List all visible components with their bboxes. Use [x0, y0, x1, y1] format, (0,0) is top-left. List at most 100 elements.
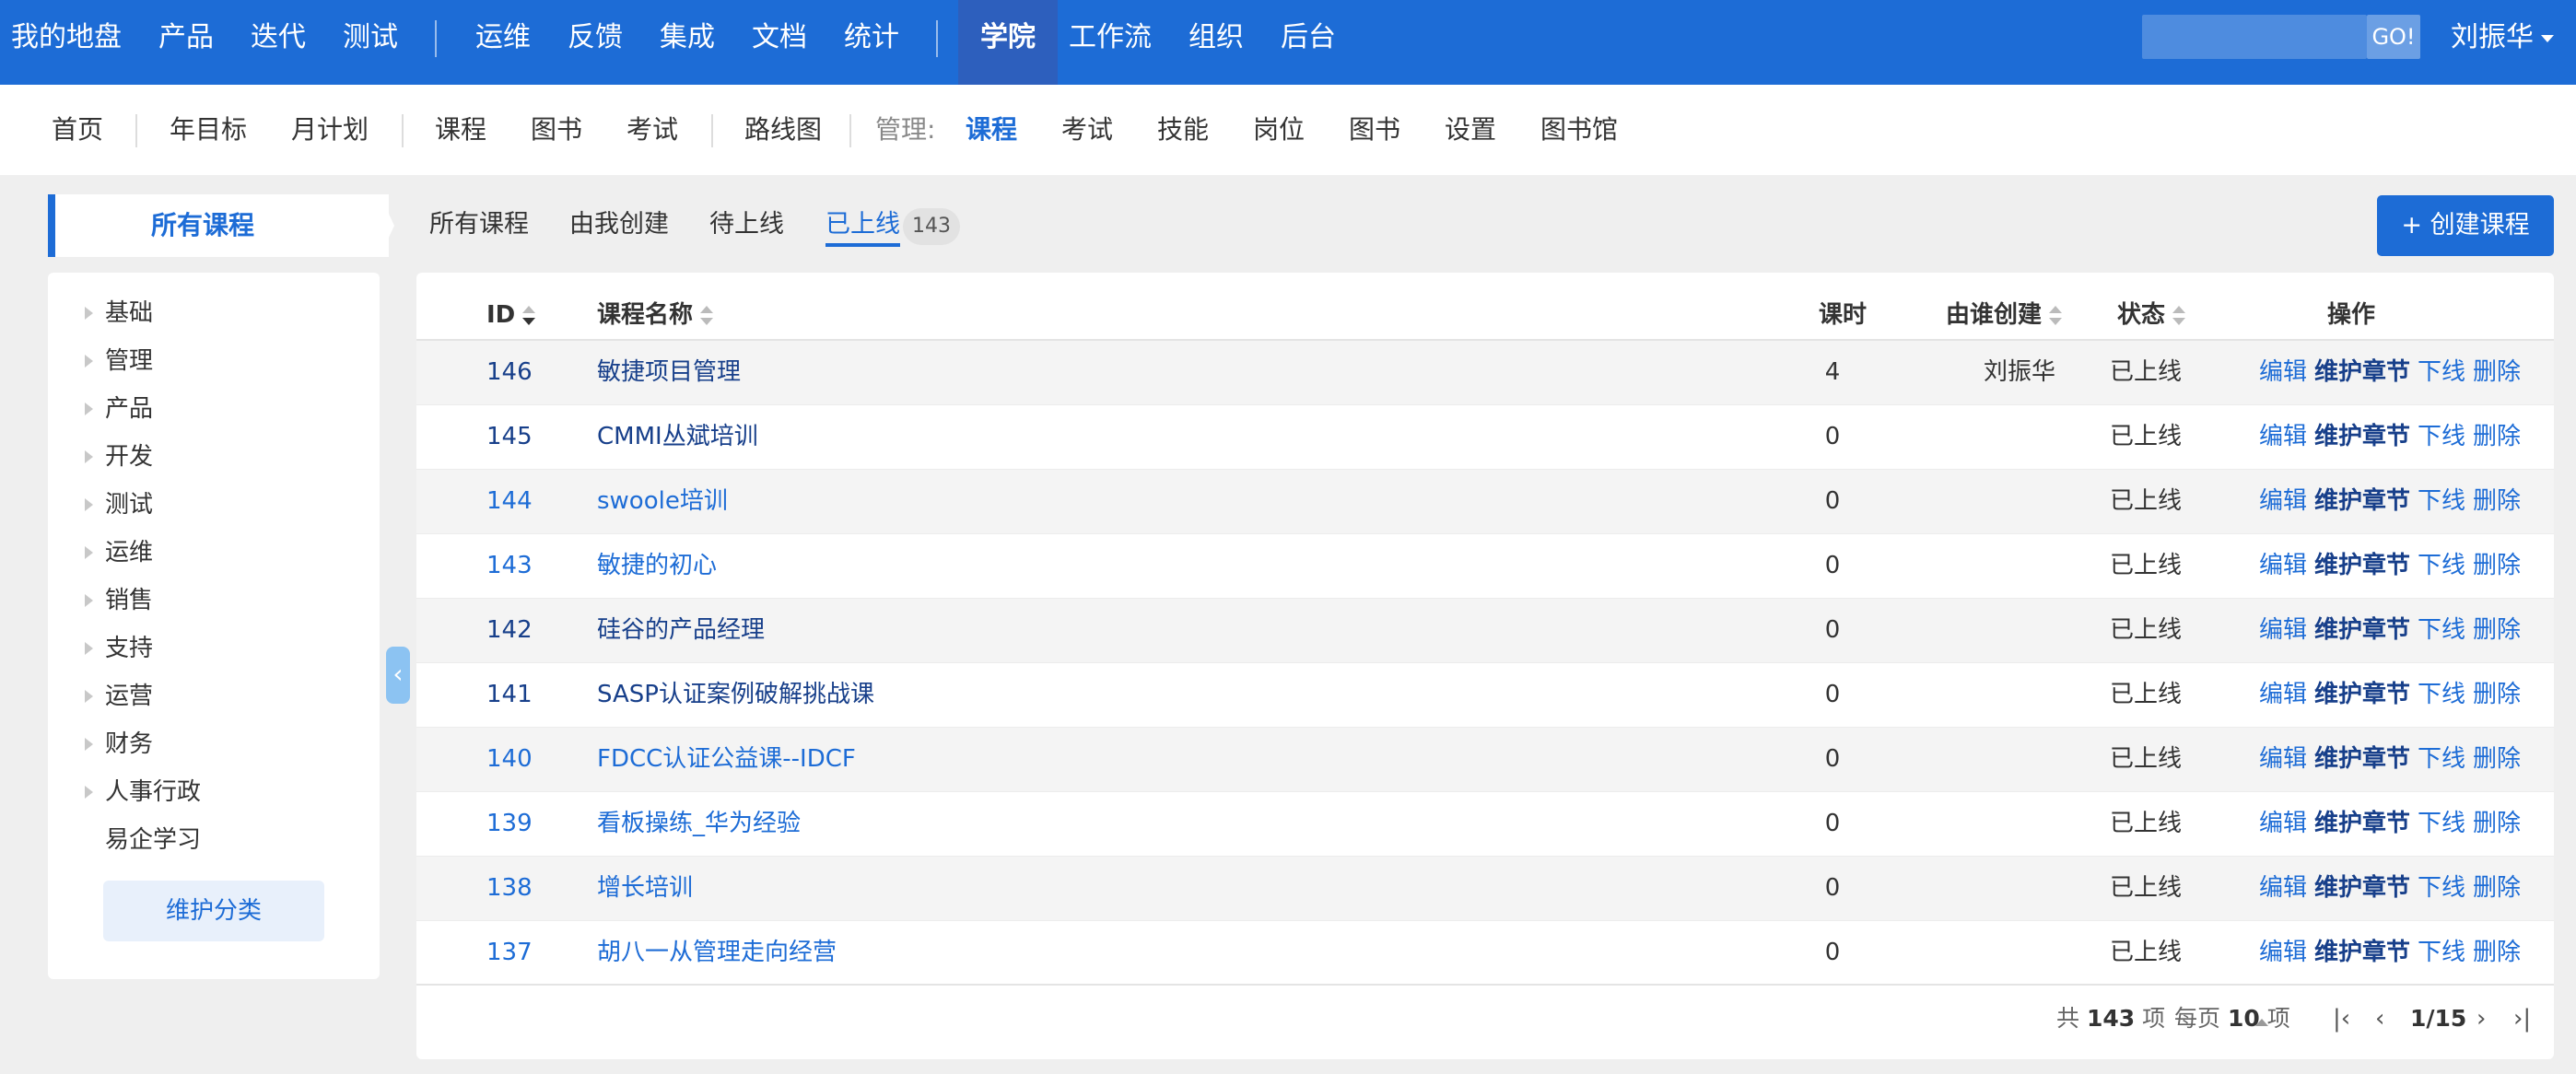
subnav-manage-courses[interactable]: 课程 — [966, 85, 1017, 175]
category-item[interactable]: 运维 — [85, 534, 153, 571]
sidebar-collapse-icon[interactable]: ‹ — [386, 647, 410, 704]
category-item[interactable]: 管理 — [85, 343, 153, 379]
topnav-admin[interactable]: 后台 — [1281, 0, 1336, 85]
expand-icon[interactable] — [85, 403, 93, 415]
delete-link[interactable]: 删除 — [2473, 810, 2521, 837]
delete-link[interactable]: 删除 — [2473, 616, 2521, 644]
course-name-link[interactable]: FDCC认证公益课--IDCF — [597, 728, 856, 792]
search-go-button[interactable]: GO! — [2367, 15, 2420, 59]
tab-all-courses[interactable]: 所有课程 — [429, 204, 529, 247]
expand-icon[interactable] — [85, 546, 93, 559]
course-name-link[interactable]: CMMI丛斌培训 — [597, 405, 758, 470]
category-item[interactable]: 销售 — [85, 582, 153, 619]
topnav-ops[interactable]: 运维 — [475, 0, 531, 85]
topnav-test[interactable]: 测试 — [343, 0, 398, 85]
subnav-settings[interactable]: 设置 — [1445, 85, 1496, 175]
create-course-button[interactable]: + 创建课程 — [2377, 195, 2554, 256]
last-page-icon[interactable]: ›| — [2513, 1000, 2531, 1037]
expand-icon[interactable] — [85, 450, 93, 463]
tab-pending[interactable]: 待上线 — [709, 204, 784, 247]
subnav-monthly-plan[interactable]: 月计划 — [291, 85, 369, 175]
subnav-yearly-goal[interactable]: 年目标 — [170, 85, 247, 175]
maintain-chapters-link[interactable]: 维护章节 — [2314, 552, 2410, 579]
course-name-link[interactable]: 敏捷的初心 — [597, 534, 717, 599]
delete-link[interactable]: 删除 — [2473, 358, 2521, 386]
course-name-link[interactable]: 硅谷的产品经理 — [597, 599, 765, 663]
topnav-academy[interactable]: 学院 — [958, 0, 1058, 85]
delete-link[interactable]: 删除 — [2473, 552, 2521, 579]
edit-link[interactable]: 编辑 — [2259, 552, 2307, 579]
subnav-books[interactable]: 图书 — [531, 85, 582, 175]
course-name-link[interactable]: swoole培训 — [597, 470, 728, 534]
category-item[interactable]: 运营 — [85, 678, 153, 715]
take-offline-link[interactable]: 下线 — [2418, 939, 2465, 966]
expand-icon[interactable] — [85, 355, 93, 368]
expand-icon[interactable] — [85, 307, 93, 320]
subnav-roadmap[interactable]: 路线图 — [744, 85, 822, 175]
topnav-my-dashboard[interactable]: 我的地盘 — [11, 0, 122, 85]
topnav-iteration[interactable]: 迭代 — [251, 0, 306, 85]
maintain-chapters-link[interactable]: 维护章节 — [2314, 745, 2410, 773]
expand-icon[interactable] — [85, 738, 93, 751]
next-page-icon[interactable]: › — [2476, 1000, 2486, 1037]
maintain-chapters-link[interactable]: 维护章节 — [2314, 939, 2410, 966]
topnav-workflow[interactable]: 工作流 — [1069, 0, 1152, 85]
course-name-link[interactable]: 增长培训 — [597, 857, 693, 921]
edit-link[interactable]: 编辑 — [2259, 616, 2307, 644]
subnav-home[interactable]: 首页 — [52, 85, 103, 175]
subnav-library[interactable]: 图书馆 — [1540, 85, 1618, 175]
take-offline-link[interactable]: 下线 — [2418, 358, 2465, 386]
user-menu[interactable]: 刘振华 — [2451, 0, 2534, 76]
tab-online[interactable]: 已上线 — [825, 204, 900, 247]
topnav-feedback[interactable]: 反馈 — [568, 0, 623, 85]
pager-page-size[interactable]: 每页 10 项 — [2174, 1000, 2290, 1037]
edit-link[interactable]: 编辑 — [2259, 939, 2307, 966]
prev-page-icon[interactable]: ‹ — [2375, 1000, 2384, 1037]
first-page-icon[interactable]: |‹ — [2333, 1000, 2350, 1037]
category-item[interactable]: 测试 — [85, 486, 153, 523]
maintain-category-button[interactable]: 维护分类 — [103, 881, 324, 941]
search-input[interactable] — [2142, 15, 2367, 59]
edit-link[interactable]: 编辑 — [2259, 681, 2307, 708]
subnav-manage-skills[interactable]: 技能 — [1157, 85, 1209, 175]
take-offline-link[interactable]: 下线 — [2418, 552, 2465, 579]
category-item[interactable]: 基础 — [85, 295, 153, 332]
maintain-chapters-link[interactable]: 维护章节 — [2314, 358, 2410, 386]
take-offline-link[interactable]: 下线 — [2418, 874, 2465, 902]
delete-link[interactable]: 删除 — [2473, 745, 2521, 773]
maintain-chapters-link[interactable]: 维护章节 — [2314, 616, 2410, 644]
maintain-chapters-link[interactable]: 维护章节 — [2314, 423, 2410, 450]
subnav-exams[interactable]: 考试 — [626, 85, 678, 175]
take-offline-link[interactable]: 下线 — [2418, 487, 2465, 515]
delete-link[interactable]: 删除 — [2473, 681, 2521, 708]
take-offline-link[interactable]: 下线 — [2418, 810, 2465, 837]
expand-icon[interactable] — [85, 786, 93, 799]
edit-link[interactable]: 编辑 — [2259, 423, 2307, 450]
category-item[interactable]: 产品 — [85, 391, 153, 427]
take-offline-link[interactable]: 下线 — [2418, 745, 2465, 773]
topnav-product[interactable]: 产品 — [158, 0, 214, 85]
course-name-link[interactable]: 看板操练_华为经验 — [597, 792, 801, 857]
sidebar-title[interactable]: 所有课程 — [48, 194, 389, 257]
sort-icon[interactable] — [522, 305, 536, 326]
sort-icon[interactable] — [2172, 305, 2186, 326]
expand-icon[interactable] — [85, 642, 93, 655]
edit-link[interactable]: 编辑 — [2259, 874, 2307, 902]
maintain-chapters-link[interactable]: 维护章节 — [2314, 681, 2410, 708]
maintain-chapters-link[interactable]: 维护章节 — [2314, 874, 2410, 902]
take-offline-link[interactable]: 下线 — [2418, 423, 2465, 450]
delete-link[interactable]: 删除 — [2473, 487, 2521, 515]
topnav-organization[interactable]: 组织 — [1188, 0, 1244, 85]
topnav-integration[interactable]: 集成 — [660, 0, 715, 85]
edit-link[interactable]: 编辑 — [2259, 745, 2307, 773]
category-item[interactable]: 人事行政 — [85, 774, 201, 811]
delete-link[interactable]: 删除 — [2473, 939, 2521, 966]
edit-link[interactable]: 编辑 — [2259, 358, 2307, 386]
course-name-link[interactable]: 敏捷项目管理 — [597, 341, 741, 405]
edit-link[interactable]: 编辑 — [2259, 810, 2307, 837]
delete-link[interactable]: 删除 — [2473, 874, 2521, 902]
take-offline-link[interactable]: 下线 — [2418, 616, 2465, 644]
col-id[interactable]: ID — [486, 297, 536, 333]
maintain-chapters-link[interactable]: 维护章节 — [2314, 810, 2410, 837]
expand-icon[interactable] — [85, 594, 93, 607]
